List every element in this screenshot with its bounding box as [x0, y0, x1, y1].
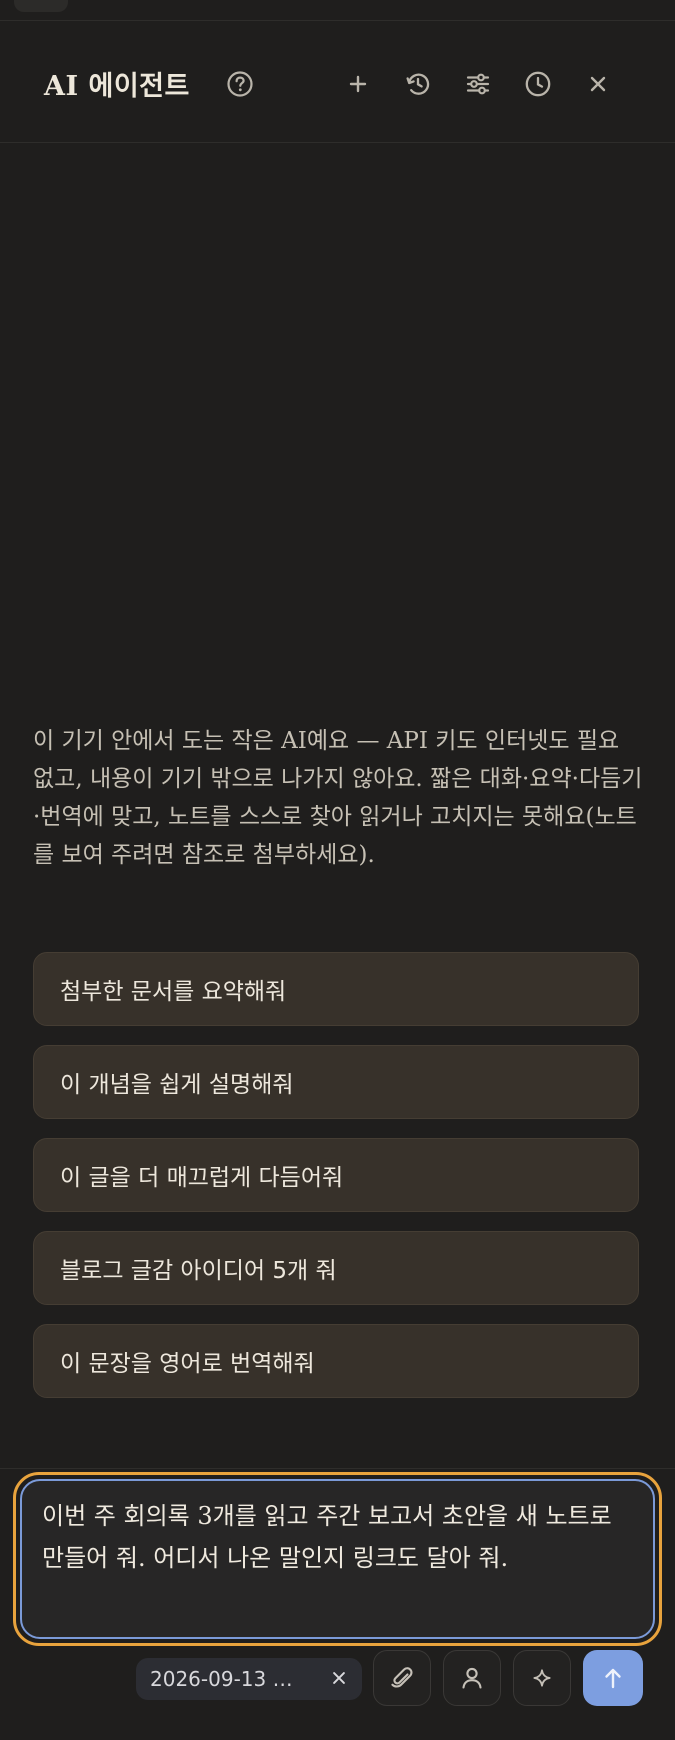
sliders-icon: [466, 73, 490, 95]
suggestion-button[interactable]: 블로그 글감 아이디어 5개 줘: [33, 1231, 639, 1305]
intro-text: 이 기기 안에서 도는 작은 AI예요 — API 키도 인터넷도 필요 없고,…: [33, 728, 643, 868]
paperclip-icon: [391, 1667, 413, 1688]
close-button[interactable]: [582, 68, 614, 100]
close-icon: [590, 76, 606, 92]
sparkle-icon: [533, 1669, 551, 1687]
attach-button[interactable]: [373, 1650, 431, 1706]
suggestion-button[interactable]: 이 개념을 쉽게 설명해줘: [33, 1045, 639, 1119]
clock-icon: [525, 71, 551, 97]
person-icon: [462, 1667, 482, 1689]
panel-header: AI 에이전트: [0, 20, 675, 143]
tab-stub: [14, 0, 68, 12]
recent-button[interactable]: [522, 68, 554, 100]
message-input[interactable]: 이번 주 회의록 3개를 읽고 주간 보고서 초안을 새 노트로 만들어 줘. …: [20, 1479, 655, 1639]
send-button[interactable]: [583, 1650, 643, 1706]
suggestion-button[interactable]: 이 문장을 영어로 번역해줘: [33, 1324, 639, 1398]
close-icon: [333, 1672, 345, 1684]
remove-attachment-button[interactable]: [328, 1667, 350, 1689]
help-icon[interactable]: [226, 70, 254, 98]
attachment-chip[interactable]: 2026-09-13 …: [136, 1658, 362, 1700]
new-chat-button[interactable]: [342, 68, 374, 100]
mention-button[interactable]: [443, 1650, 501, 1706]
arrow-up-icon: [605, 1668, 621, 1689]
ai-tools-button[interactable]: [513, 1650, 571, 1706]
history-button[interactable]: [402, 68, 434, 100]
suggestion-button[interactable]: 이 글을 더 매끄럽게 다듬어줘: [33, 1138, 639, 1212]
composer-focus-ring: 이번 주 회의록 3개를 읽고 주간 보고서 초안을 새 노트로 만들어 줘. …: [13, 1472, 662, 1646]
attachment-chip-label: 2026-09-13 …: [150, 1667, 293, 1691]
plus-icon: [349, 75, 367, 93]
page-title: AI 에이전트: [44, 71, 190, 102]
history-icon: [406, 73, 430, 95]
suggestion-button[interactable]: 첨부한 문서를 요약해줘: [33, 952, 639, 1026]
divider: [0, 1468, 675, 1469]
suggestion-list: 첨부한 문서를 요약해줘 이 개념을 쉽게 설명해줘 이 글을 더 매끄럽게 다…: [33, 952, 639, 1417]
settings-button[interactable]: [462, 68, 494, 100]
